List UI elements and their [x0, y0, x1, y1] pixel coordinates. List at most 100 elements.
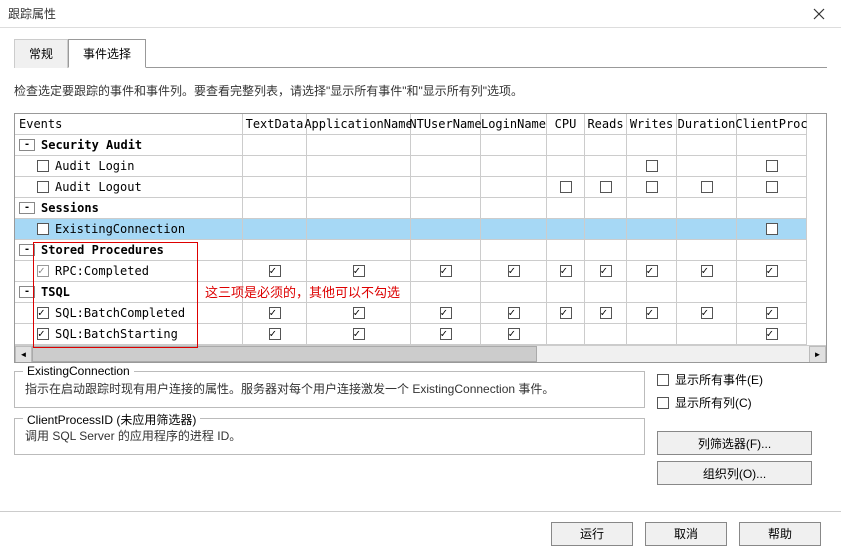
cell[interactable] [243, 261, 307, 282]
cell[interactable] [243, 240, 307, 261]
scroll-left-button[interactable]: ◄ [15, 346, 32, 363]
event-checkbox[interactable] [37, 181, 49, 193]
cell-checkbox[interactable] [701, 181, 713, 193]
cell[interactable] [243, 198, 307, 219]
cell[interactable] [585, 177, 627, 198]
cell[interactable] [677, 198, 737, 219]
expand-toggle[interactable]: - [19, 286, 35, 298]
cell[interactable] [547, 282, 585, 303]
cell[interactable] [737, 198, 807, 219]
cell-checkbox[interactable] [701, 265, 713, 277]
cell-checkbox[interactable] [766, 265, 778, 277]
cell[interactable] [737, 282, 807, 303]
cell-checkbox[interactable] [353, 328, 365, 340]
cell[interactable] [677, 303, 737, 324]
cell[interactable] [411, 303, 481, 324]
cell-checkbox[interactable] [766, 328, 778, 340]
event-checkbox[interactable] [37, 223, 49, 235]
cell[interactable] [411, 324, 481, 345]
expand-toggle[interactable]: - [19, 139, 35, 151]
cell[interactable] [627, 240, 677, 261]
close-button[interactable] [796, 0, 841, 28]
cell-checkbox[interactable] [560, 307, 572, 319]
cell-checkbox[interactable] [440, 328, 452, 340]
cell[interactable] [481, 324, 547, 345]
col-header-duration[interactable]: Duration [677, 114, 737, 135]
organize-columns-button[interactable]: 组织列(O)... [657, 461, 812, 485]
cell[interactable] [411, 240, 481, 261]
cell[interactable] [481, 219, 547, 240]
category-row[interactable]: -Sessions [15, 198, 243, 219]
cell-checkbox[interactable] [600, 265, 612, 277]
cell[interactable] [627, 324, 677, 345]
cell[interactable] [307, 177, 411, 198]
cell-checkbox[interactable] [508, 328, 520, 340]
cell-checkbox[interactable] [766, 223, 778, 235]
col-header-cpu[interactable]: CPU [547, 114, 585, 135]
event-checkbox[interactable] [37, 265, 49, 277]
cell[interactable] [243, 156, 307, 177]
cell[interactable] [547, 240, 585, 261]
cell[interactable] [243, 324, 307, 345]
cell[interactable] [307, 198, 411, 219]
category-row[interactable]: -Security Audit [15, 135, 243, 156]
cell[interactable] [677, 324, 737, 345]
show-all-cols-checkbox[interactable] [657, 397, 669, 409]
cell[interactable] [737, 261, 807, 282]
cell[interactable] [411, 198, 481, 219]
col-header-writes[interactable]: Writes [627, 114, 677, 135]
cell[interactable] [627, 198, 677, 219]
cell-checkbox[interactable] [646, 181, 658, 193]
cell-checkbox[interactable] [269, 265, 281, 277]
cell[interactable] [585, 198, 627, 219]
cell[interactable] [547, 261, 585, 282]
cell[interactable] [307, 156, 411, 177]
event-row[interactable]: Audit Login [15, 156, 243, 177]
run-button[interactable]: 运行 [551, 522, 633, 546]
event-row[interactable]: Audit Logout [15, 177, 243, 198]
cell[interactable] [481, 135, 547, 156]
cell-checkbox[interactable] [646, 265, 658, 277]
cell[interactable] [307, 303, 411, 324]
col-header-reads[interactable]: Reads [585, 114, 627, 135]
expand-toggle[interactable]: - [19, 202, 35, 214]
cell-checkbox[interactable] [269, 328, 281, 340]
cell-checkbox[interactable] [766, 307, 778, 319]
cell[interactable] [481, 156, 547, 177]
col-header-clientproc[interactable]: ClientProc [737, 114, 807, 135]
cell[interactable] [307, 261, 411, 282]
cell-checkbox[interactable] [508, 265, 520, 277]
cell[interactable] [547, 156, 585, 177]
cell-checkbox[interactable] [508, 307, 520, 319]
cell[interactable] [481, 198, 547, 219]
cell-checkbox[interactable] [646, 307, 658, 319]
cell[interactable] [411, 156, 481, 177]
cell[interactable] [737, 156, 807, 177]
cell-checkbox[interactable] [440, 265, 452, 277]
cell[interactable] [677, 156, 737, 177]
cell-checkbox[interactable] [701, 307, 713, 319]
cell[interactable] [243, 177, 307, 198]
cell-checkbox[interactable] [269, 307, 281, 319]
cancel-button[interactable]: 取消 [645, 522, 727, 546]
cell[interactable] [585, 324, 627, 345]
cell[interactable] [627, 303, 677, 324]
cell[interactable] [307, 135, 411, 156]
cell[interactable] [627, 156, 677, 177]
col-header-loginname[interactable]: LoginName [481, 114, 547, 135]
cell[interactable] [585, 261, 627, 282]
cell[interactable] [677, 219, 737, 240]
event-checkbox[interactable] [37, 328, 49, 340]
cell[interactable] [547, 324, 585, 345]
cell[interactable] [411, 219, 481, 240]
h-scrollbar[interactable]: ◄ ► [15, 345, 826, 362]
event-row[interactable]: ExistingConnection [15, 219, 243, 240]
col-header-applicationname[interactable]: ApplicationName [307, 114, 411, 135]
cell[interactable] [481, 282, 547, 303]
cell-checkbox[interactable] [353, 265, 365, 277]
scroll-thumb[interactable] [32, 346, 537, 362]
event-row[interactable]: SQL:BatchStarting [15, 324, 243, 345]
cell[interactable] [627, 177, 677, 198]
column-filter-button[interactable]: 列筛选器(F)... [657, 431, 812, 455]
cell-checkbox[interactable] [440, 307, 452, 319]
